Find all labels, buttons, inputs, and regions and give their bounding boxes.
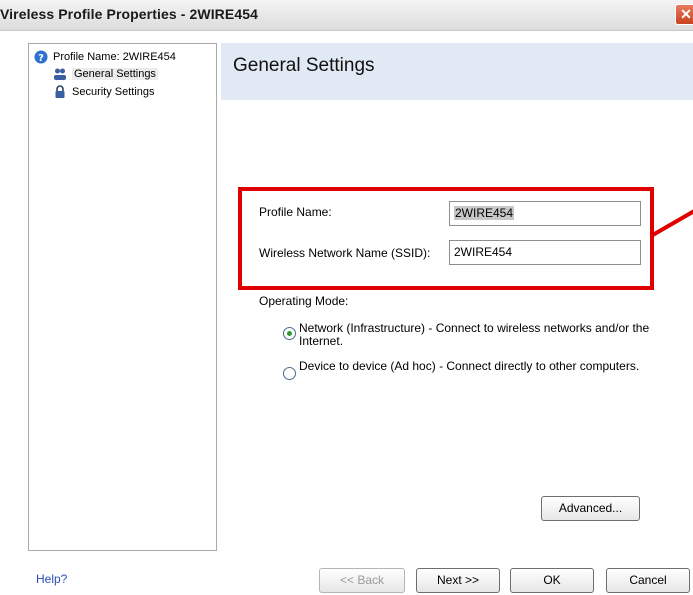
help-link[interactable]: Help? (36, 572, 67, 586)
tree-item-security-settings[interactable]: Security Settings (53, 85, 155, 99)
tree-item-label: General Settings (72, 68, 158, 80)
cancel-button[interactable]: Cancel (606, 568, 690, 593)
tree-item-label: Security Settings (72, 86, 155, 98)
tree-root-label: Profile Name: 2WIRE454 (53, 51, 176, 63)
adhoc-option-label[interactable]: Device to device (Ad hoc) - Connect dire… (299, 360, 659, 373)
adhoc-radio[interactable] (283, 367, 296, 380)
page-title: General Settings (233, 55, 375, 76)
profile-tree: ? Profile Name: 2WIRE454 General Setting… (28, 43, 217, 551)
operating-mode-label: Operating Mode: (259, 294, 349, 308)
tree-root[interactable]: ? Profile Name: 2WIRE454 (34, 50, 176, 64)
infrastructure-radio[interactable] (283, 327, 296, 340)
section-header: General Settings (221, 43, 693, 100)
infrastructure-option-label[interactable]: Network (Infrastructure) - Connect to wi… (299, 322, 659, 348)
help-globe-icon: ? (34, 50, 48, 64)
radio-selected-dot (287, 331, 292, 336)
lock-icon (55, 85, 65, 98)
close-button[interactable]: ✕ (675, 4, 693, 25)
close-icon: ✕ (680, 6, 692, 22)
users-icon (54, 68, 66, 80)
title-bar: Vireless Profile Properties - 2WIRE454 ✕ (0, 0, 693, 31)
next-button[interactable]: Next >> (416, 568, 500, 593)
window-title: Vireless Profile Properties - 2WIRE454 (0, 6, 258, 22)
highlight-annotation-box (238, 187, 654, 290)
ok-button[interactable]: OK (510, 568, 594, 593)
back-button[interactable]: << Back (319, 568, 405, 593)
svg-text:?: ? (38, 53, 44, 64)
tree-item-general-settings[interactable]: General Settings (53, 67, 158, 81)
annotation-arrow-line (650, 209, 693, 238)
advanced-button[interactable]: Advanced... (541, 496, 640, 521)
